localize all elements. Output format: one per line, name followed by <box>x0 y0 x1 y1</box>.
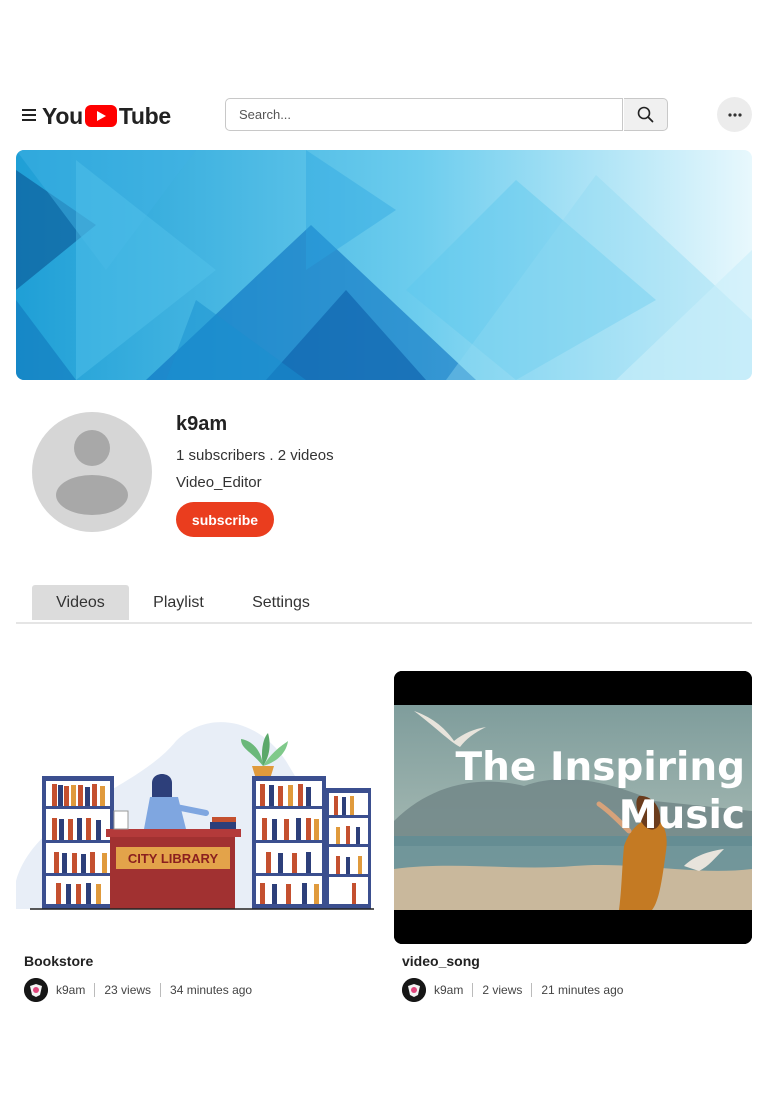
hamburger-menu-icon[interactable] <box>22 109 36 121</box>
channel-tabs: Videos Playlist Settings <box>16 584 752 624</box>
channel-logo-icon <box>402 978 426 1002</box>
default-user-icon <box>56 430 128 515</box>
play-logo-icon <box>84 105 117 127</box>
video-views: 23 views <box>104 983 152 997</box>
meta-divider <box>160 983 162 997</box>
meta-divider <box>531 983 533 997</box>
tab-settings[interactable]: Settings <box>246 585 316 620</box>
video-channel-name[interactable]: k9am <box>434 983 463 997</box>
video-channel-name[interactable]: k9am <box>56 983 85 997</box>
video-age: 34 minutes ago <box>170 983 253 997</box>
banner-image <box>16 150 752 380</box>
video-views: 2 views <box>482 983 523 997</box>
channel-logo-icon <box>24 978 48 1002</box>
subscribe-button[interactable]: subscribe <box>176 502 274 537</box>
thumbnail-title-line1: The Inspiring <box>456 745 745 790</box>
channel-banner <box>16 150 752 380</box>
video-thumbnail-video-song[interactable]: The Inspiring Music <box>394 671 752 944</box>
channel-stats: 1 subscribers . 2 videos <box>176 447 334 464</box>
youtube-logo[interactable]: You Tube <box>42 102 171 130</box>
video-thumbnail-bookstore[interactable]: CITY LIBRARY <box>16 671 374 944</box>
search-input[interactable] <box>225 98 623 131</box>
video-title[interactable]: Bookstore <box>24 953 93 969</box>
channel-name: k9am <box>176 413 228 435</box>
video-age: 21 minutes ago <box>541 983 624 997</box>
library-illustration: CITY LIBRARY <box>16 722 374 910</box>
more-horizontal-icon <box>727 112 742 117</box>
search-button[interactable] <box>624 98 668 131</box>
thumbnail-title-line2: Music <box>619 793 745 838</box>
video-title[interactable]: video_song <box>402 953 480 969</box>
meta-divider <box>472 983 474 997</box>
channel-description: Video_Editor <box>176 474 262 491</box>
top-bar: You Tube <box>0 96 768 136</box>
music-thumbnail-image: The Inspiring Music <box>394 671 752 944</box>
meta-divider <box>94 983 96 997</box>
video-meta: k9am 23 views 34 minutes ago <box>24 978 252 1002</box>
logo-text-left: You <box>42 102 83 129</box>
tab-videos[interactable]: Videos <box>32 585 129 620</box>
library-sign-text: CITY LIBRARY <box>128 851 219 866</box>
channel-avatar <box>32 412 152 532</box>
video-meta: k9am 2 views 21 minutes ago <box>402 978 623 1002</box>
search-icon <box>637 106 654 123</box>
channel-avatar-small[interactable] <box>24 978 48 1002</box>
more-options-button[interactable] <box>717 97 752 132</box>
logo-text-right: Tube <box>118 102 171 129</box>
tab-playlist[interactable]: Playlist <box>146 585 211 620</box>
channel-avatar-small[interactable] <box>402 978 426 1002</box>
